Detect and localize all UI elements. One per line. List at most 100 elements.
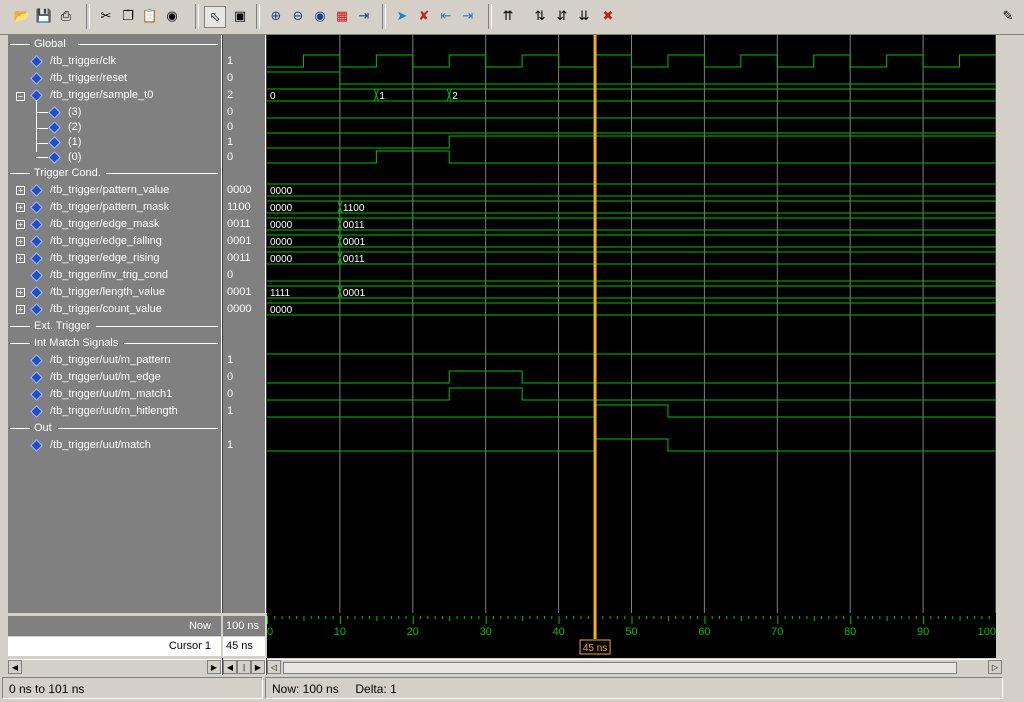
scroll-left-icon[interactable]: ◀ bbox=[8, 660, 22, 674]
signal-icon bbox=[30, 72, 43, 85]
signal-name[interactable]: /tb_trigger/edge_rising bbox=[50, 250, 159, 267]
bus-value-label: 0011 bbox=[343, 220, 365, 231]
insert-divider-icon[interactable]: ⇈ bbox=[498, 6, 518, 26]
signal-icon bbox=[30, 235, 43, 248]
cut-icon[interactable]: ✂ bbox=[96, 6, 116, 26]
axis-tick-label: 10 bbox=[334, 626, 346, 638]
bus-value-label: 0000 bbox=[270, 220, 293, 231]
signal-name[interactable]: /tb_trigger/inv_trig_cond bbox=[50, 267, 168, 284]
signal-name[interactable]: /tb_trigger/pattern_mask bbox=[50, 199, 169, 216]
group-divider-line bbox=[10, 343, 30, 344]
delete-icon[interactable]: ✖ bbox=[598, 6, 618, 26]
expand-icon[interactable]: + bbox=[16, 203, 25, 212]
expand-icon[interactable]: + bbox=[16, 220, 25, 229]
group-out-label[interactable]: Out bbox=[34, 420, 52, 437]
save-icon[interactable]: 💾 bbox=[34, 6, 54, 26]
align-up-icon[interactable]: ⇅ bbox=[530, 6, 550, 26]
paste-icon[interactable]: 📋 bbox=[140, 6, 160, 26]
copy-icon[interactable]: ❐ bbox=[118, 6, 138, 26]
waveform-pane[interactable]: 0 1 2 0000 0000 1100 0000 0011 0000 0001 0000 0011 1… bbox=[267, 35, 996, 613]
print-icon[interactable]: ⎙ bbox=[56, 6, 76, 26]
cursor-marker-label: 45 ns bbox=[583, 643, 607, 654]
cursor-label[interactable]: Cursor 1 bbox=[8, 637, 221, 656]
signal-name[interactable]: /tb_trigger/reset bbox=[50, 70, 127, 87]
names-hscrollbar[interactable]: ◀ ▶ bbox=[8, 659, 221, 675]
group-intmatch-label[interactable]: Int Match Signals bbox=[34, 335, 118, 352]
signal-name[interactable]: /tb_trigger/length_value bbox=[50, 284, 165, 301]
prev-edge-icon[interactable]: ⇤ bbox=[436, 6, 456, 26]
bus-transition bbox=[373, 88, 379, 102]
dock-icon[interactable]: ✎ bbox=[998, 6, 1018, 26]
open-icon[interactable]: 📂 bbox=[12, 6, 32, 26]
signal-values-pane: 1 0 2 0 0 1 0 0000 1100 0011 0001 0011 0… bbox=[223, 35, 265, 613]
scroll-right-icon[interactable]: | bbox=[237, 660, 251, 674]
signal-name[interactable]: /tb_trigger/edge_falling bbox=[50, 233, 162, 250]
signal-value: 0001 bbox=[227, 235, 252, 247]
group-trigger-label[interactable]: Trigger Cond. bbox=[34, 165, 101, 182]
signal-value: 0011 bbox=[227, 252, 251, 264]
expand-signal-icon[interactable]: ⇥ bbox=[354, 6, 374, 26]
resize-grip-icon[interactable] bbox=[1005, 677, 1022, 699]
tree-line bbox=[36, 128, 48, 129]
signal-name[interactable]: /tb_trigger/uut/m_edge bbox=[50, 369, 161, 386]
signal-name[interactable]: /tb_trigger/count_value bbox=[50, 301, 162, 318]
zoom-out-icon[interactable]: ⊖ bbox=[288, 6, 308, 26]
add-cursor-icon[interactable]: ➤ bbox=[392, 6, 412, 26]
signal-name[interactable]: /tb_trigger/edge_mask bbox=[50, 216, 159, 233]
group-ext-label[interactable]: Ext. Trigger bbox=[34, 318, 90, 335]
waveform-canvas[interactable]: 0 1 2 0000 0000 1100 0000 0011 0000 0001 0000 0011 1… bbox=[267, 35, 996, 613]
signal-name[interactable]: /tb_trigger/uut/match bbox=[50, 437, 151, 454]
move-down-icon[interactable]: ⇊ bbox=[574, 6, 594, 26]
vertical-scrollbar[interactable] bbox=[996, 35, 1024, 613]
signal-icon bbox=[30, 286, 43, 299]
signal-name[interactable]: /tb_trigger/sample_t0 bbox=[50, 87, 153, 104]
expand-icon[interactable]: + bbox=[16, 254, 25, 263]
expand-icon[interactable]: + bbox=[16, 186, 25, 195]
signal-value: 0011 bbox=[227, 218, 251, 230]
align-down-icon[interactable]: ⇵ bbox=[552, 6, 572, 26]
signal-name[interactable]: /tb_trigger/uut/m_match1 bbox=[50, 386, 172, 403]
scroll-left-icon[interactable]: ◀ bbox=[223, 660, 237, 674]
next-edge-icon[interactable]: ⇥ bbox=[458, 6, 478, 26]
signal-value: 0 bbox=[227, 371, 234, 383]
axis-tick-label: 80 bbox=[844, 626, 856, 638]
find-icon[interactable]: ◉ bbox=[162, 6, 182, 26]
zoom-full-icon[interactable]: ◉ bbox=[310, 6, 330, 26]
signal-value: 0000 bbox=[227, 184, 252, 196]
scroll-thumb[interactable] bbox=[283, 662, 957, 674]
group-divider-line bbox=[124, 343, 218, 344]
expand-icon[interactable]: + bbox=[16, 305, 25, 314]
signal-name[interactable]: (0) bbox=[68, 149, 81, 166]
scroll-right-icon[interactable]: ▷ bbox=[988, 660, 1002, 674]
signal-name[interactable]: /tb_trigger/uut/m_pattern bbox=[50, 352, 170, 369]
wave-hscrollbar[interactable]: ◁ ▷ bbox=[267, 659, 1002, 675]
tree-line bbox=[36, 112, 48, 113]
signal-name[interactable]: /tb_trigger/pattern_value bbox=[50, 182, 169, 199]
select-pointer-icon[interactable]: ⬁ bbox=[204, 6, 226, 28]
collapse-icon[interactable]: − bbox=[16, 92, 25, 101]
group-divider-line bbox=[10, 428, 30, 429]
signal-icon bbox=[30, 388, 43, 401]
bus-value-label: 0011 bbox=[343, 254, 365, 265]
signal-icon bbox=[48, 106, 61, 119]
expand-icon[interactable]: + bbox=[16, 288, 25, 297]
values-hscrollbar[interactable]: ◀ | ▶ bbox=[223, 659, 265, 675]
scroll-left-icon[interactable]: ◁ bbox=[267, 660, 281, 674]
expand-icon[interactable]: + bbox=[16, 237, 25, 246]
signal-name[interactable]: /tb_trigger/clk bbox=[50, 53, 116, 70]
signal-name[interactable]: /tb_trigger/uut/m_hitlength bbox=[50, 403, 178, 420]
scroll-right-icon[interactable]: ▶ bbox=[207, 660, 221, 674]
bus-value-label: 0001 bbox=[343, 237, 366, 248]
cursor-value[interactable]: 45 ns bbox=[223, 637, 265, 656]
signal-value: 1 bbox=[227, 354, 234, 366]
zoom-mode-icon[interactable]: ▣ bbox=[230, 6, 250, 26]
zoom-cursor-icon[interactable]: ▦ bbox=[332, 6, 352, 26]
group-global-label[interactable]: Global bbox=[34, 36, 66, 53]
delete-cursor-icon[interactable]: ✘ bbox=[414, 6, 434, 26]
time-axis[interactable]: 0 10 20 30 40 50 60 70 80 90 100 45 ns bbox=[267, 613, 997, 658]
scroll-right-icon[interactable]: ▶ bbox=[251, 660, 265, 674]
signal-icon bbox=[48, 151, 61, 164]
signal-icon bbox=[48, 121, 61, 134]
zoom-in-icon[interactable]: ⊕ bbox=[266, 6, 286, 26]
bus-value-label: 0000 bbox=[270, 254, 293, 265]
